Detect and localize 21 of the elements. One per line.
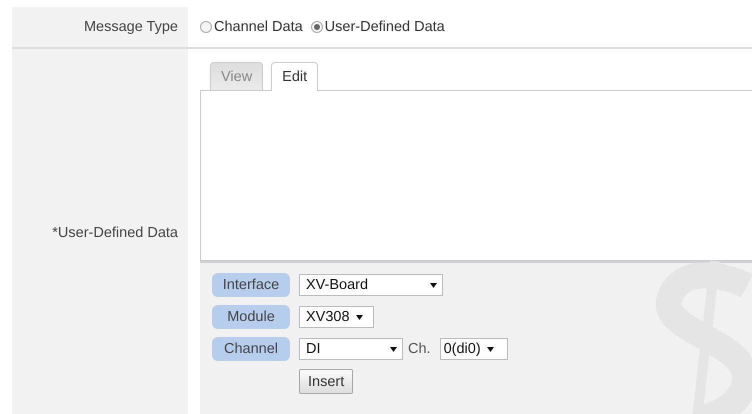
radio-label[interactable]: Channel Data (214, 19, 303, 35)
field-label: Ch. (408, 341, 431, 357)
field-label: Module (212, 305, 290, 329)
field-label: Channel (212, 337, 290, 361)
radio-button[interactable] (310, 21, 323, 33)
insert-button[interactable]: Insert (299, 369, 354, 394)
field-label: *User-Defined Data (52, 224, 178, 240)
caret-icon (486, 346, 494, 352)
dropdown[interactable]: XV-Board (299, 274, 443, 296)
caret-icon (430, 282, 437, 288)
tab[interactable]: Edit (271, 62, 318, 91)
radio-label[interactable]: User-Defined Data (324, 19, 445, 35)
dropdown[interactable]: DI (299, 338, 403, 360)
editor-field[interactable] (200, 90, 752, 261)
field-label: Message Type (84, 19, 178, 35)
caret-icon (390, 346, 397, 352)
field-label: Interface (212, 273, 290, 297)
radio-button[interactable] (200, 21, 212, 33)
caret-icon (356, 314, 363, 320)
dropdown[interactable]: XV308 (299, 306, 374, 328)
dropdown[interactable]: 0(di0) (440, 338, 508, 360)
